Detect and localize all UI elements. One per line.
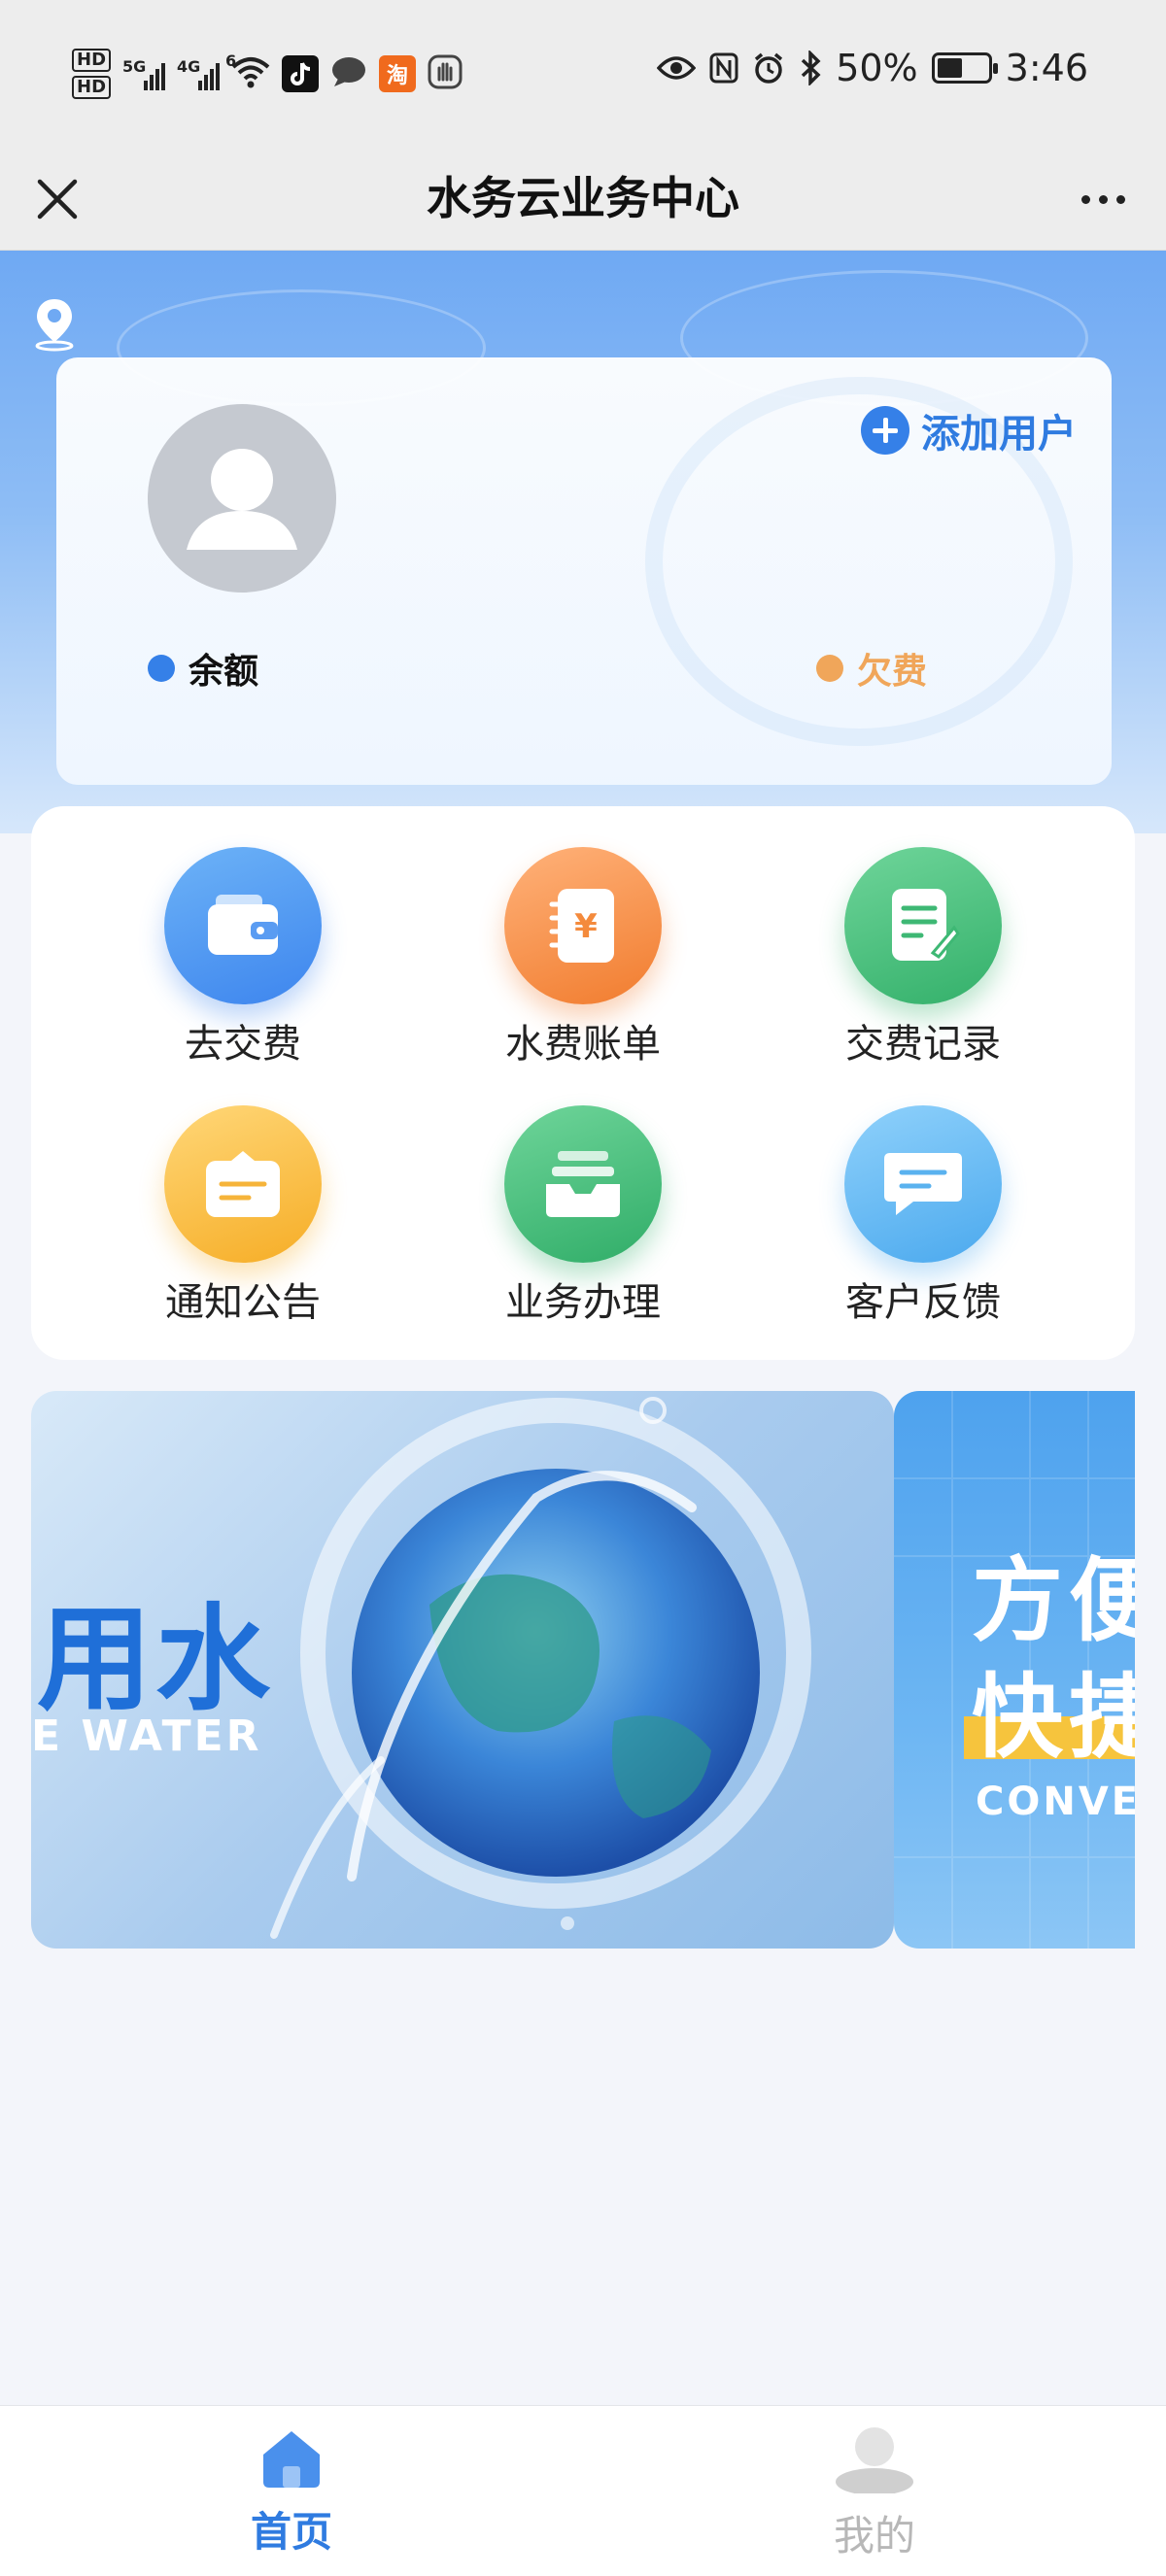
- tab-home-label: 首页: [250, 2508, 332, 2556]
- user-avatar-icon: [187, 449, 297, 550]
- user-icon: [836, 2427, 913, 2493]
- page-title: 水务云业务中心: [427, 172, 739, 224]
- arrears-label: 欠费: [857, 652, 928, 692]
- service-feedback-button[interactable]: 客户反馈: [787, 1105, 1059, 1329]
- service-label: 交费记录: [845, 1022, 1001, 1067]
- nfc-icon: [709, 52, 738, 84]
- add-user-button[interactable]: 添加用户: [861, 402, 1077, 458]
- inbox-icon: [504, 1105, 662, 1263]
- feedback-icon: [844, 1105, 1002, 1263]
- bluetooth-icon: [801, 51, 821, 85]
- banner-side-subtitle: CONVE: [976, 1779, 1135, 1824]
- battery-fill: [937, 58, 962, 78]
- svg-text:¥: ¥: [574, 907, 598, 946]
- hd-indicator: HD HD: [72, 49, 112, 99]
- service-record-button[interactable]: 交费记录: [787, 847, 1059, 1070]
- hd-icon: HD: [72, 76, 112, 99]
- promo-banner-convenience[interactable]: 方便 快捷 CONVE: [894, 1391, 1135, 1949]
- chat-bubble-icon: [330, 55, 367, 92]
- tab-home[interactable]: 首页: [194, 2425, 389, 2571]
- avatar[interactable]: [148, 404, 336, 593]
- status-right: 50% 3:46: [657, 47, 1088, 89]
- more-dot: [1080, 194, 1090, 204]
- clock: 3:46: [1005, 47, 1088, 89]
- arrears-field: 欠费: [816, 643, 927, 694]
- promo-banner-water[interactable]: 用水 E WATER: [31, 1391, 894, 1949]
- bottom-tab-bar: 首页 我的: [0, 2405, 1166, 2576]
- add-user-label: 添加用户: [921, 412, 1077, 457]
- banner-headline: 用水: [37, 1592, 275, 1726]
- service-grid: 去交费 ¥ 水费账单 交费记录 通知公告 业务办理 客户反馈: [31, 806, 1135, 1360]
- wallet-icon: [164, 847, 322, 1004]
- signal-4g-icon: 4G: [177, 57, 221, 90]
- wifi-gen-label: 6: [225, 51, 237, 70]
- service-bill-button[interactable]: ¥ 水费账单: [447, 847, 719, 1070]
- tab-mine-label: 我的: [833, 2512, 915, 2559]
- balance-dot-icon: [148, 655, 175, 682]
- balance-label: 余额: [189, 652, 259, 692]
- service-label: 去交费: [185, 1022, 301, 1067]
- battery-icon: [931, 52, 998, 84]
- taobao-icon: 淘: [379, 55, 417, 92]
- more-dot: [1115, 194, 1125, 204]
- banner-subtitle: E WATER: [31, 1712, 262, 1761]
- battery-percent: 50%: [836, 47, 918, 89]
- location-pin-icon[interactable]: [29, 295, 80, 352]
- bill-icon: ¥: [504, 847, 662, 1004]
- service-label: 水费账单: [505, 1022, 661, 1067]
- eye-icon: [657, 56, 697, 80]
- signal-5g-icon: 5G: [122, 57, 166, 90]
- status-left: HD HD 5G 4G 6 淘: [72, 43, 463, 105]
- user-card: 添加用户 余额 欠费: [56, 357, 1112, 785]
- tiktok-icon: [282, 55, 320, 92]
- plus-circle-icon: [861, 406, 909, 455]
- service-notice-button[interactable]: 通知公告: [107, 1105, 379, 1329]
- balance-field: 余额: [148, 643, 258, 694]
- service-pay-button[interactable]: 去交费: [107, 847, 379, 1070]
- more-dot: [1098, 194, 1108, 204]
- banner-side-line2: 快捷: [972, 1665, 1135, 1771]
- hd-icon: HD: [72, 49, 112, 72]
- wifi-indicator: 6: [225, 51, 270, 92]
- service-business-button[interactable]: 业务办理: [447, 1105, 719, 1329]
- home-icon: [263, 2431, 320, 2488]
- banner-side-line1: 方便: [972, 1548, 1135, 1654]
- arrears-dot-icon: [816, 655, 843, 682]
- service-label: 业务办理: [505, 1280, 661, 1325]
- record-icon: [844, 847, 1002, 1004]
- hand-icon: [428, 54, 463, 93]
- status-bar: HD HD 5G 4G 6 淘 50% 3:46: [0, 0, 1166, 146]
- notice-icon: [164, 1105, 322, 1263]
- alarm-icon: [755, 52, 783, 84]
- wifi-icon: [231, 57, 270, 88]
- service-label: 通知公告: [165, 1280, 321, 1325]
- more-options-button[interactable]: [1069, 175, 1137, 223]
- title-bar: 水务云业务中心: [0, 146, 1166, 251]
- tab-mine[interactable]: 我的: [777, 2425, 972, 2571]
- service-label: 客户反馈: [845, 1280, 1001, 1325]
